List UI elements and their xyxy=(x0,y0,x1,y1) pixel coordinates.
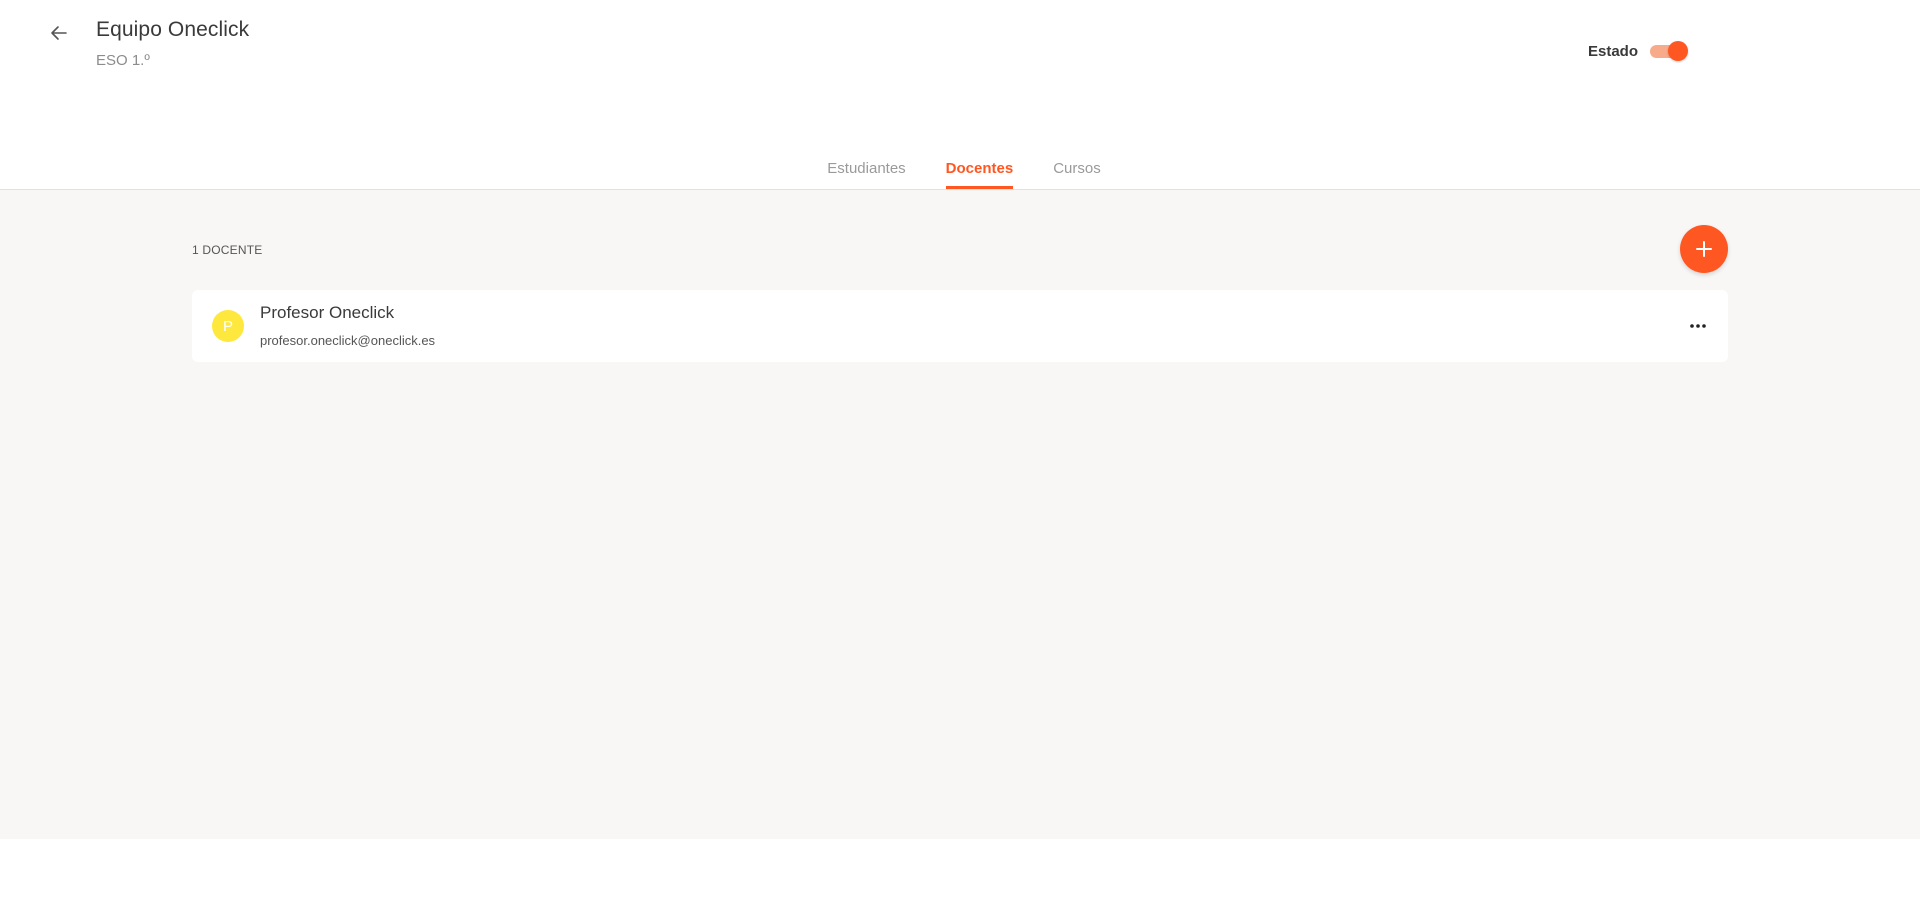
add-teacher-button[interactable] xyxy=(1680,225,1728,273)
member-email: profesor.oneclick@oneclick.es xyxy=(260,333,436,348)
back-button[interactable] xyxy=(44,18,74,48)
page-title: Equipo Oneclick xyxy=(96,18,250,41)
status-toggle[interactable] xyxy=(1650,40,1689,62)
footer-area xyxy=(0,839,1920,911)
page-header: Equipo Oneclick ESO 1.º Estado Estudiant… xyxy=(0,0,1920,190)
tab-cursos[interactable]: Cursos xyxy=(1053,160,1101,189)
more-options-button[interactable] xyxy=(1682,310,1714,342)
title-block: Equipo Oneclick ESO 1.º xyxy=(96,18,249,69)
avatar: P xyxy=(212,310,244,342)
page-subtitle: ESO 1.º xyxy=(96,52,150,69)
status-label: Estado xyxy=(1588,42,1639,60)
status-control: Estado xyxy=(1588,40,1689,62)
list-item[interactable]: P Profesor Oneclick profesor.oneclick@on… xyxy=(192,290,1728,362)
tab-docentes[interactable]: Docentes xyxy=(945,160,1014,189)
tab-bar: Estudiantes Docentes Cursos xyxy=(0,160,1920,189)
plus-icon xyxy=(1696,241,1712,257)
tab-estudiantes[interactable]: Estudiantes xyxy=(827,160,905,189)
member-count-label: 1 DOCENTE xyxy=(192,243,263,257)
arrow-left-icon xyxy=(51,26,67,40)
main-content: 1 DOCENTE P Profesor Oneclick profesor.o… xyxy=(0,190,1920,839)
toggle-thumb xyxy=(1668,41,1689,61)
member-name: Profesor Oneclick xyxy=(260,303,395,322)
more-horizontal-icon xyxy=(1690,324,1706,328)
